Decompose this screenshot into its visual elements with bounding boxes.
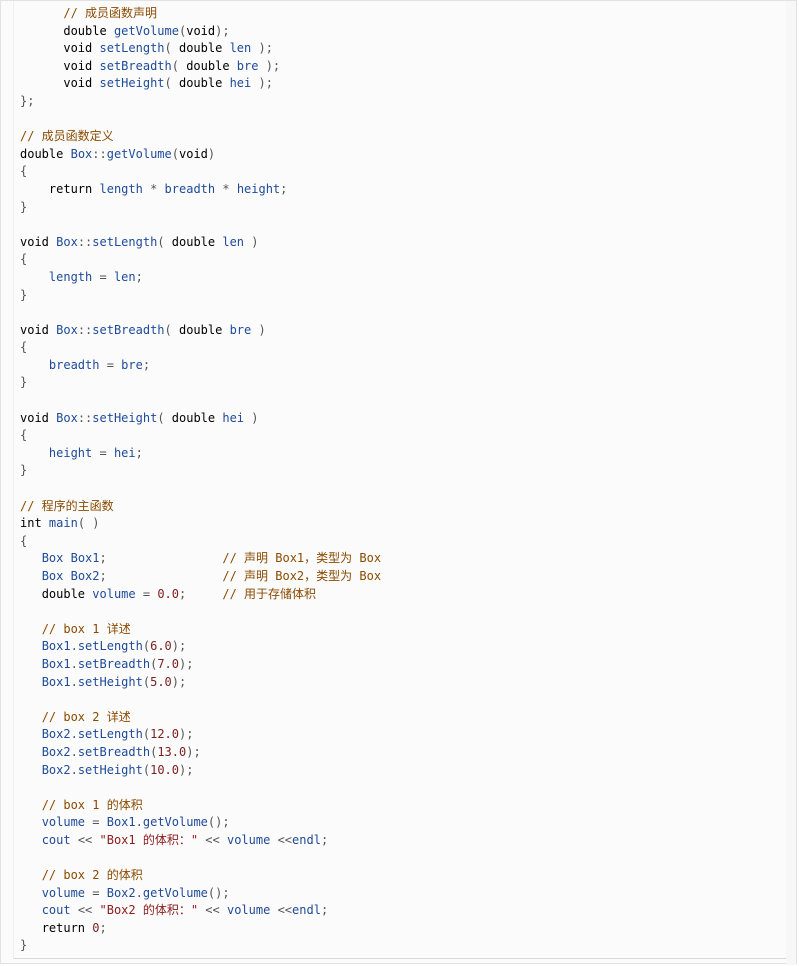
code-line: // box 1 详述 xyxy=(41,621,131,636)
code-line: } xyxy=(20,375,28,390)
code-line: // 程序的主函数 xyxy=(20,498,114,513)
code-line: } xyxy=(20,938,28,953)
code-line: ​ xyxy=(20,691,786,709)
code-block: // 成员函数声明 double getVolume(void); void s… xyxy=(13,1,787,959)
code-line: return 0; xyxy=(41,920,107,935)
code-line: void Box::setBreadth( double bre ) xyxy=(20,322,266,337)
code-line: void Box::setHeight( double hei ) xyxy=(20,410,259,425)
code-line: Box Box2; // 声明 Box2，类型为 Box xyxy=(41,569,382,583)
code-line: } xyxy=(20,287,28,302)
code-line: height = hei; xyxy=(48,445,143,460)
code-line: ​ xyxy=(20,850,786,868)
code-line: { xyxy=(20,340,28,355)
code-line: void setLength( double len ); xyxy=(63,41,273,56)
code-line: Box2.setHeight(10.0); xyxy=(41,762,194,777)
code-line: void setHeight( double hei ); xyxy=(63,76,273,91)
code-line: ​ xyxy=(20,392,786,410)
code-line: Box2.setBreadth(13.0); xyxy=(41,744,201,759)
code-line: // box 2 详述 xyxy=(41,709,131,724)
code-text: // 成员函数声明 double getVolume(void); void s… xyxy=(14,1,786,955)
code-line: ​ xyxy=(20,480,786,498)
code-line: Box Box1; // 声明 Box1，类型为 Box xyxy=(41,551,382,566)
code-line: length = len; xyxy=(48,269,143,284)
code-line: void Box::setLength( double len ) xyxy=(20,234,259,249)
code-line: // box 2 的体积 xyxy=(41,868,143,883)
code-line: double getVolume(void); xyxy=(63,23,230,38)
code-line: volume = Box2.getVolume(); xyxy=(41,885,230,900)
scrollbar-track[interactable] xyxy=(786,1,796,965)
code-line: void setBreadth( double bre ); xyxy=(63,58,281,73)
code-line: int main( ) xyxy=(20,516,100,531)
code-line: { xyxy=(20,428,28,443)
code-line: ​ xyxy=(20,304,786,322)
code-line: // 成员函数声明 xyxy=(63,6,158,20)
code-line: { xyxy=(20,252,28,267)
code-line: } xyxy=(20,463,28,478)
code-line: double volume = 0.0; // 用于存储体积 xyxy=(41,586,317,601)
code-line: } xyxy=(20,199,28,214)
code-line: cout << "Box1 的体积：" << volume <<endl; xyxy=(41,832,329,847)
code-line: ​ xyxy=(20,779,786,797)
code-line: ​ xyxy=(20,111,786,129)
code-line: breadth = bre; xyxy=(48,357,151,372)
code-line: cout << "Box2 的体积：" << volume <<endl; xyxy=(41,903,329,918)
code-line: Box1.setLength(6.0); xyxy=(41,639,187,654)
code-line: return length * breadth * height; xyxy=(48,181,288,196)
code-line: { xyxy=(20,533,28,548)
code-line: double Box::getVolume(void) xyxy=(20,146,216,161)
code-line: Box2.setLength(12.0); xyxy=(41,727,194,742)
code-line: volume = Box1.getVolume(); xyxy=(41,815,230,830)
code-line: Box1.setBreadth(7.0); xyxy=(41,656,194,671)
code-line: // 成员函数定义 xyxy=(20,129,114,144)
code-line: ​ xyxy=(20,216,786,234)
code-line: Box1.setHeight(5.0); xyxy=(41,674,187,689)
code-line: { xyxy=(20,164,28,179)
code-line: }; xyxy=(20,93,35,108)
code-viewer-frame: // 成员函数声明 double getVolume(void); void s… xyxy=(0,0,797,965)
code-line: // box 1 的体积 xyxy=(41,797,143,812)
code-line: ​ xyxy=(20,603,786,621)
